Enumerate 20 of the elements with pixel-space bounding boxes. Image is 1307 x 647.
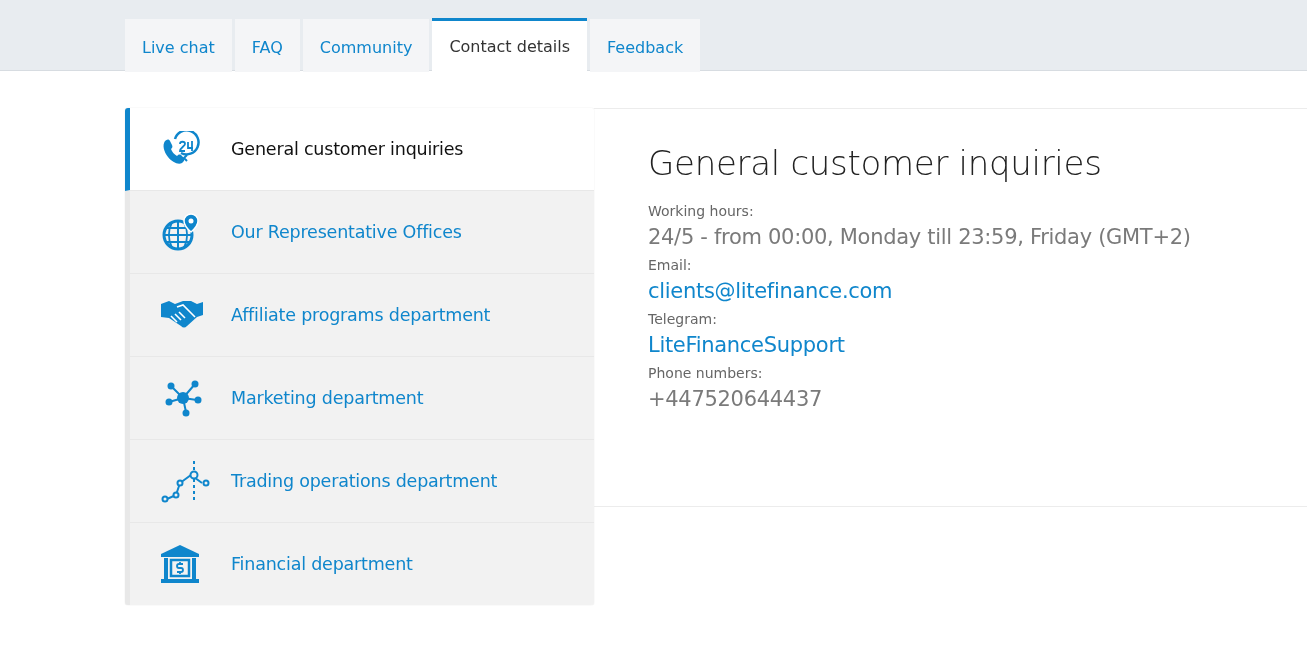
tab[interactable]: Contact details xyxy=(432,18,588,72)
tab[interactable]: Feedback xyxy=(590,19,701,72)
contact-link[interactable]: LiteFinanceSupport xyxy=(648,333,845,357)
field-label: Telegram: xyxy=(648,311,718,327)
sidebar-item[interactable]: Affiliate programs department xyxy=(125,274,594,357)
field-label: Working hours: xyxy=(648,203,755,219)
panel-title: General customer inquiries xyxy=(648,143,1103,183)
tab[interactable]: FAQ xyxy=(234,19,300,72)
sidebar-item[interactable]: Financial department xyxy=(125,523,594,605)
sidebar-item[interactable]: Our Representative Offices xyxy=(125,191,594,274)
field-label: Phone numbers: xyxy=(648,365,764,381)
tab[interactable]: Community xyxy=(302,19,430,72)
tab[interactable]: Live chat xyxy=(125,19,232,72)
field-value: +447520644437 xyxy=(648,387,824,411)
sidebar-item[interactable]: Trading operations department xyxy=(125,440,594,523)
sidebar-item[interactable]: General customer inquiries xyxy=(125,108,594,191)
contact-link[interactable]: clients@litefinance.com xyxy=(648,279,893,303)
field-value: 24/5 - from 00:00, Monday till 23:59, Friday (GMT+2) xyxy=(648,225,1192,249)
field-label: Email: xyxy=(648,257,693,273)
sidebar-item[interactable]: Marketing department xyxy=(125,357,594,440)
